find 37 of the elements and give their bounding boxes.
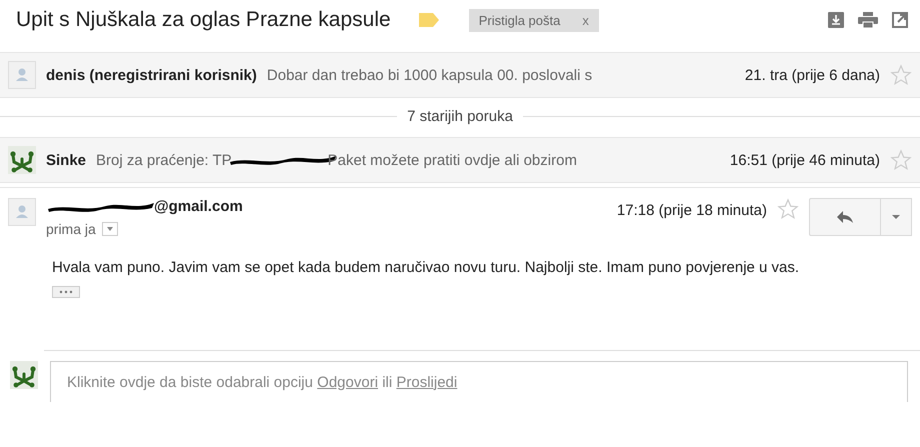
message-row[interactable]: Sinke Broj za praćenje: TP Paket možete pratiti ovdje ali obzirom 16:51 (prije 46 minuta)	[0, 137, 920, 183]
details-dropdown-icon[interactable]	[102, 222, 118, 236]
message-body: Hvala vam puno. Javim vam se opet kada budem naručivao novu turu. Najbolji ste. Imam puno povjerenje u vas.	[52, 258, 800, 278]
email-subject: Upit s Njuškala za oglas Prazne kapsule	[16, 8, 391, 32]
new-window-icon[interactable]	[892, 12, 908, 28]
reply-prompt: Kliknite ovdje da biste odabrali opciju Odgovori ili Proslijedi	[67, 374, 458, 390]
forward-link[interactable]: Proslijedi	[396, 374, 458, 390]
message-snippet: Dobar dan trebao bi 1000 kapsula 00. poslovali s	[266, 66, 592, 84]
message-time: 17:18 (prije 18 minuta)	[616, 202, 767, 219]
star-icon[interactable]	[777, 198, 799, 220]
older-messages-link[interactable]: 7 starijih poruka	[397, 108, 523, 125]
frog-icon	[10, 361, 38, 389]
recipients-text: prima ja	[46, 221, 96, 237]
message-time: 16:51 (prije 46 minuta)	[730, 152, 880, 168]
reply-icon	[836, 210, 854, 224]
remove-label-button[interactable]: x	[582, 12, 589, 28]
reply-button[interactable]	[809, 198, 881, 236]
show-trimmed-button[interactable]	[52, 286, 80, 298]
sender-name: Sinke	[46, 152, 86, 168]
message-snippet: Broj za praćenje: TP	[96, 152, 232, 168]
dots-icon	[59, 290, 73, 294]
download-icon[interactable]	[828, 12, 844, 28]
reply-box[interactable]: Kliknite ovdje da biste odabrali opciju Odgovori ili Proslijedi	[50, 361, 908, 402]
star-icon[interactable]	[890, 149, 912, 171]
avatar-icon	[8, 61, 36, 89]
reply-link[interactable]: Odgovori	[317, 374, 378, 390]
label-text: Pristigla pošta	[478, 12, 560, 28]
message-time: 21. tra (prije 6 dana)	[744, 66, 880, 84]
print-icon[interactable]	[858, 12, 878, 28]
avatar-icon	[8, 198, 36, 226]
star-icon[interactable]	[890, 64, 912, 86]
message-row[interactable]: denis (neregistrirani korisnik) Dobar dan trebao bi 1000 kapsula 00. poslovali s 21. tra (prije 6 dana)	[0, 52, 920, 98]
sender-email: @gmail.com	[154, 198, 243, 215]
sender-name: denis (neregistrirani korisnik)	[46, 66, 257, 84]
caret-icon	[891, 214, 901, 220]
message-snippet: Paket možete pratiti ovdje ali obzirom	[328, 152, 577, 168]
frog-icon	[8, 146, 36, 174]
